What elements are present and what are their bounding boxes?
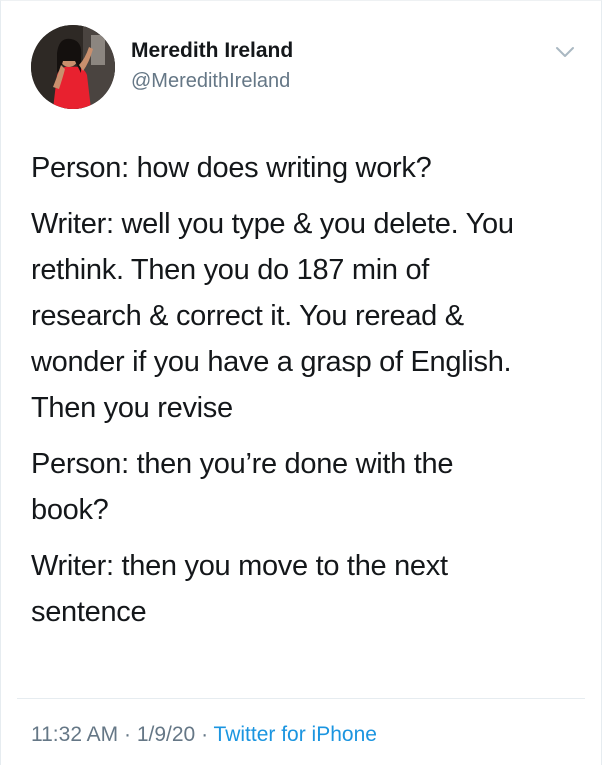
tweet-metadata: 11:32 AM · 1/9/20 · Twitter for iPhone xyxy=(31,723,377,747)
tweet-text: Person: how does writing work? Writer: w… xyxy=(31,145,581,645)
tweet-time[interactable]: 11:32 AM xyxy=(31,723,118,746)
tweet-paragraph: Writer: then you move to the next senten… xyxy=(31,550,448,628)
tweet-source-link[interactable]: Twitter for iPhone xyxy=(214,723,377,746)
author-handle[interactable]: @MeredithIreland xyxy=(131,70,290,93)
author-display-name[interactable]: Meredith Ireland xyxy=(131,39,293,63)
separator: · xyxy=(118,723,137,746)
avatar[interactable] xyxy=(31,25,115,109)
tweet-card: Meredith Ireland @MeredithIreland Person… xyxy=(0,0,602,765)
tweet-paragraph: Person: then you’re done with the book? xyxy=(31,448,454,526)
separator: · xyxy=(195,723,214,746)
tweet-paragraph: Writer: well you type & you delete. You … xyxy=(31,208,514,424)
tweet-paragraph: Person: how does writing work? xyxy=(31,152,432,184)
divider xyxy=(17,698,585,699)
chevron-down-icon[interactable] xyxy=(554,45,576,59)
tweet-date[interactable]: 1/9/20 xyxy=(137,723,195,746)
profile-photo-icon xyxy=(31,25,115,109)
